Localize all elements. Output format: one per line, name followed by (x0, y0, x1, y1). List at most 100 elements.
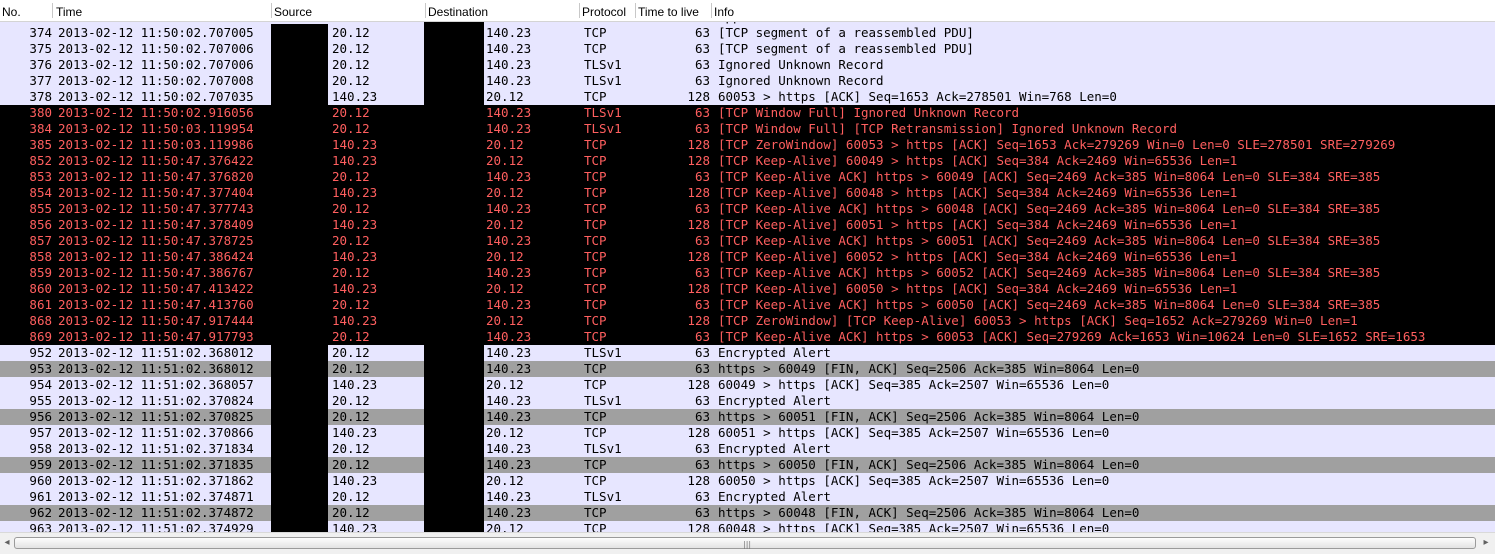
column-separator[interactable] (52, 3, 53, 18)
packet-info-cell: [TCP Keep-Alive] 60050 > https [ACK] Seq… (718, 281, 1238, 296)
packet-no-cell: 855 (29, 201, 52, 216)
packet-protocol-cell: TCP (584, 329, 607, 344)
packet-dst-cell: 140.23 (486, 441, 532, 456)
packet-row[interactable]: 956 2013-02-12 11:51:02.370825 20.12 140.23… (0, 409, 1495, 425)
scroll-left-arrow-icon[interactable]: ◂ (0, 536, 14, 550)
packet-protocol-cell: TCP (584, 377, 607, 392)
packet-no-cell: 963 (29, 521, 52, 532)
packet-row[interactable]: 858 2013-02-12 11:50:47.386424 140.23 20.12… (0, 249, 1495, 265)
packet-time-cell: 2013-02-12 11:50:47.917444 (58, 313, 254, 328)
packet-time-cell: 2013-02-12 11:50:47.376820 (58, 169, 254, 184)
packet-row[interactable]: 377 2013-02-12 11:50:02.707008 20.12 140.23… (0, 73, 1495, 89)
packet-src-cell: 140.23 (332, 249, 378, 264)
packet-row[interactable]: 958 2013-02-12 11:51:02.371834 20.12 140.23… (0, 441, 1495, 457)
packet-row[interactable]: 857 2013-02-12 11:50:47.378725 20.12 140.23… (0, 233, 1495, 249)
column-header-no[interactable]: No. (2, 5, 21, 19)
packet-time-cell: 2013-02-12 11:50:02.707006 (58, 41, 254, 56)
packet-list[interactable]: 374 2013-02-12 11:50:02.707005 20.12 140.23… (0, 9, 1495, 532)
column-separator[interactable] (271, 3, 272, 18)
packet-row[interactable]: 960 2013-02-12 11:51:02.371862 140.23 20.12… (0, 473, 1495, 489)
packet-row[interactable]: 954 2013-02-12 11:51:02.368057 140.23 20.12… (0, 377, 1495, 393)
packet-row[interactable]: 957 2013-02-12 11:51:02.370866 140.23 20.12… (0, 425, 1495, 441)
column-separator[interactable] (711, 3, 712, 18)
packet-row[interactable]: 869 2013-02-12 11:50:47.917793 20.12 140.23… (0, 329, 1495, 345)
packet-src-cell: 20.12 (332, 505, 370, 520)
column-header-info[interactable]: Info (714, 5, 734, 19)
packet-row[interactable]: 952 2013-02-12 11:51:02.368012 20.12 140.23… (0, 345, 1495, 361)
packet-time-cell: 2013-02-12 11:50:47.413760 (58, 297, 254, 312)
packet-ttl-cell: 63 (694, 297, 710, 312)
packet-dst-cell: 140.23 (486, 489, 532, 504)
packet-row[interactable]: 860 2013-02-12 11:50:47.413422 140.23 20.12… (0, 281, 1495, 297)
scrollbar-thumb[interactable]: ||| (14, 537, 1476, 549)
packet-ttl-cell: 63 (694, 265, 710, 280)
packet-info-cell: 60049 > https [ACK] Seq=385 Ack=2507 Win… (718, 377, 1110, 392)
packet-info-cell: Encrypted Alert (718, 441, 831, 456)
packet-time-cell: 2013-02-12 11:50:02.707006 (58, 57, 254, 72)
packet-no-cell: 960 (29, 473, 52, 488)
packet-no-cell: 953 (29, 361, 52, 376)
packet-ttl-cell: 63 (694, 105, 710, 120)
packet-row[interactable]: 375 2013-02-12 11:50:02.707006 20.12 140.23… (0, 41, 1495, 57)
packet-row[interactable]: 374 2013-02-12 11:50:02.707005 20.12 140.23… (0, 25, 1495, 41)
packet-src-cell: 20.12 (332, 57, 370, 72)
packet-protocol-cell: TCP (584, 25, 607, 40)
packet-time-cell: 2013-02-12 11:50:02.707005 (58, 25, 254, 40)
packet-no-cell: 952 (29, 345, 52, 360)
packet-row[interactable]: 959 2013-02-12 11:51:02.371835 20.12 140.23… (0, 457, 1495, 473)
packet-row[interactable]: 955 2013-02-12 11:51:02.370824 20.12 140.23… (0, 393, 1495, 409)
column-header-source[interactable]: Source (274, 5, 312, 19)
horizontal-scrollbar[interactable]: ◂ ||| ▸ (0, 532, 1495, 554)
packet-no-cell: 856 (29, 217, 52, 232)
packet-protocol-cell: TLSv1 (584, 489, 622, 504)
packet-row[interactable]: 855 2013-02-12 11:50:47.377743 20.12 140.23… (0, 201, 1495, 217)
packet-ttl-cell: 128 (687, 521, 710, 532)
packet-protocol-cell: TLSv1 (584, 441, 622, 456)
packet-src-cell: 20.12 (332, 489, 370, 504)
packet-ttl-cell: 63 (694, 25, 710, 40)
packet-dst-cell: 140.23 (486, 361, 532, 376)
column-header-protocol[interactable]: Protocol (582, 5, 626, 19)
packet-time-cell: 2013-02-12 11:51:02.374929 (58, 521, 254, 532)
packet-row[interactable]: 868 2013-02-12 11:50:47.917444 140.23 20.12… (0, 313, 1495, 329)
packet-protocol-cell: TCP (584, 297, 607, 312)
packet-row[interactable]: 859 2013-02-12 11:50:47.386767 20.12 140.23… (0, 265, 1495, 281)
packet-row[interactable]: 380 2013-02-12 11:50:02.916056 20.12 140.23… (0, 105, 1495, 121)
packet-no-cell: 374 (29, 25, 52, 40)
packet-ttl-cell: 63 (694, 169, 710, 184)
packet-src-cell: 20.12 (332, 393, 370, 408)
packet-src-cell: 140.23 (332, 521, 378, 532)
packet-row[interactable]: 853 2013-02-12 11:50:47.376820 20.12 140.23… (0, 169, 1495, 185)
packet-src-cell: 20.12 (332, 121, 370, 136)
packet-row[interactable]: 962 2013-02-12 11:51:02.374872 20.12 140.23… (0, 505, 1495, 521)
packet-row[interactable]: 376 2013-02-12 11:50:02.707006 20.12 140.23… (0, 57, 1495, 73)
packet-ttl-cell: 63 (694, 41, 710, 56)
packet-protocol-cell: TCP (584, 361, 607, 376)
packet-dst-cell: 140.23 (486, 409, 532, 424)
column-separator[interactable] (635, 3, 636, 18)
packet-row[interactable]: 953 2013-02-12 11:51:02.368012 20.12 140.23… (0, 361, 1495, 377)
packet-no-cell: 868 (29, 313, 52, 328)
packet-src-cell: 140.23 (332, 313, 378, 328)
packet-row[interactable]: 963 2013-02-12 11:51:02.374929 140.23 20.12… (0, 521, 1495, 532)
packet-info-cell: [TCP segment of a reassembled PDU] (718, 41, 974, 56)
packet-src-cell: 140.23 (332, 425, 378, 440)
packet-row[interactable]: 384 2013-02-12 11:50:03.119954 20.12 140.23… (0, 121, 1495, 137)
packet-row[interactable]: 852 2013-02-12 11:50:47.376422 140.23 20.12… (0, 153, 1495, 169)
column-header-ttl[interactable]: Time to live (638, 5, 699, 19)
packet-row[interactable]: 378 2013-02-12 11:50:02.707035 140.23 20.12… (0, 89, 1495, 105)
packet-row[interactable]: 385 2013-02-12 11:50:03.119986 140.23 20.12… (0, 137, 1495, 153)
packet-row[interactable]: 854 2013-02-12 11:50:47.377404 140.23 20.12… (0, 185, 1495, 201)
packet-dst-cell: 20.12 (486, 281, 524, 296)
column-separator[interactable] (579, 3, 580, 18)
column-separator[interactable] (425, 3, 426, 18)
column-header-time[interactable]: Time (56, 5, 82, 19)
packet-row[interactable]: 961 2013-02-12 11:51:02.374871 20.12 140.23… (0, 489, 1495, 505)
scroll-right-arrow-icon[interactable]: ▸ (1479, 536, 1493, 550)
packet-ttl-cell: 63 (694, 361, 710, 376)
packet-row[interactable]: 856 2013-02-12 11:50:47.378409 140.23 20.12… (0, 217, 1495, 233)
packet-time-cell: 2013-02-12 11:51:02.368012 (58, 361, 254, 376)
packet-row[interactable]: 861 2013-02-12 11:50:47.413760 20.12 140.23… (0, 297, 1495, 313)
column-header-destination[interactable]: Destination (428, 5, 488, 19)
packet-src-cell: 20.12 (332, 329, 370, 344)
